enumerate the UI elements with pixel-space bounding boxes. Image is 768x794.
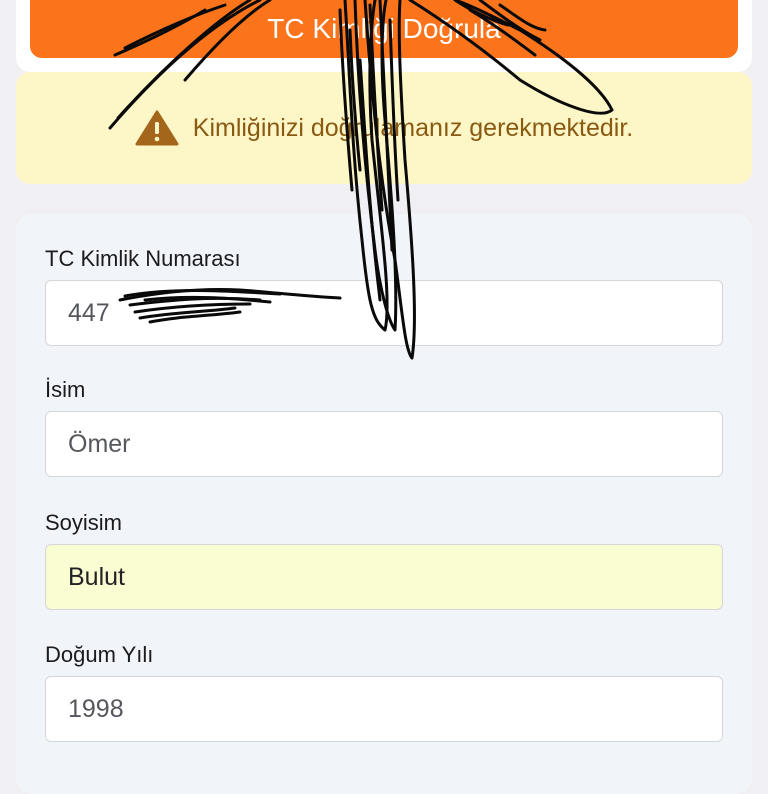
- surname-label: Soyisim: [45, 510, 123, 535]
- name-input[interactable]: Ömer: [45, 411, 723, 477]
- birth-year-input[interactable]: 1998: [45, 676, 723, 742]
- tc-number-label: TC Kimlik Numarası: [45, 246, 241, 271]
- name-label: İsim: [45, 377, 86, 402]
- warning-banner: Kimliğinizi doğrulamanız gerekmektedir.: [16, 72, 752, 184]
- tc-number-input[interactable]: 447: [45, 280, 723, 346]
- birth-year-label: Doğum Yılı: [45, 642, 154, 667]
- warning-text: Kimliğinizi doğrulamanız gerekmektedir.: [192, 113, 634, 142]
- warning-triangle-icon: [135, 110, 179, 146]
- surname-input[interactable]: Bulut: [45, 544, 723, 610]
- verify-identity-button[interactable]: TC Kimliği Doğrula: [30, 0, 738, 58]
